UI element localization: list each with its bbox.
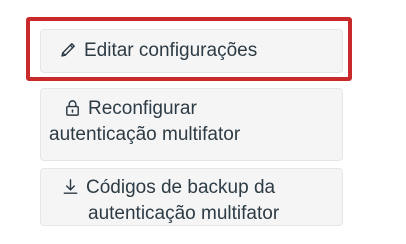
backup-codes-button[interactable]: Códigos de backup da autenticação multif…	[40, 168, 343, 226]
edit-settings-button[interactable]: Editar configurações	[40, 29, 343, 73]
account-actions-panel: Editar configurações Reconfigurar autent…	[0, 0, 406, 244]
reset-mfa-label-line1: Reconfigurar	[88, 98, 197, 119]
pencil-icon	[59, 40, 78, 59]
reset-mfa-button[interactable]: Reconfigurar autenticação multifator	[40, 88, 343, 161]
edit-settings-label: Editar configurações	[84, 40, 258, 61]
backup-codes-label-line1: Códigos de backup da	[86, 177, 276, 198]
backup-codes-label-line2: autenticação multifator	[88, 203, 280, 225]
lock-icon	[63, 98, 82, 117]
download-icon	[61, 177, 80, 196]
reset-mfa-label-line2: autenticação multifator	[49, 124, 241, 146]
